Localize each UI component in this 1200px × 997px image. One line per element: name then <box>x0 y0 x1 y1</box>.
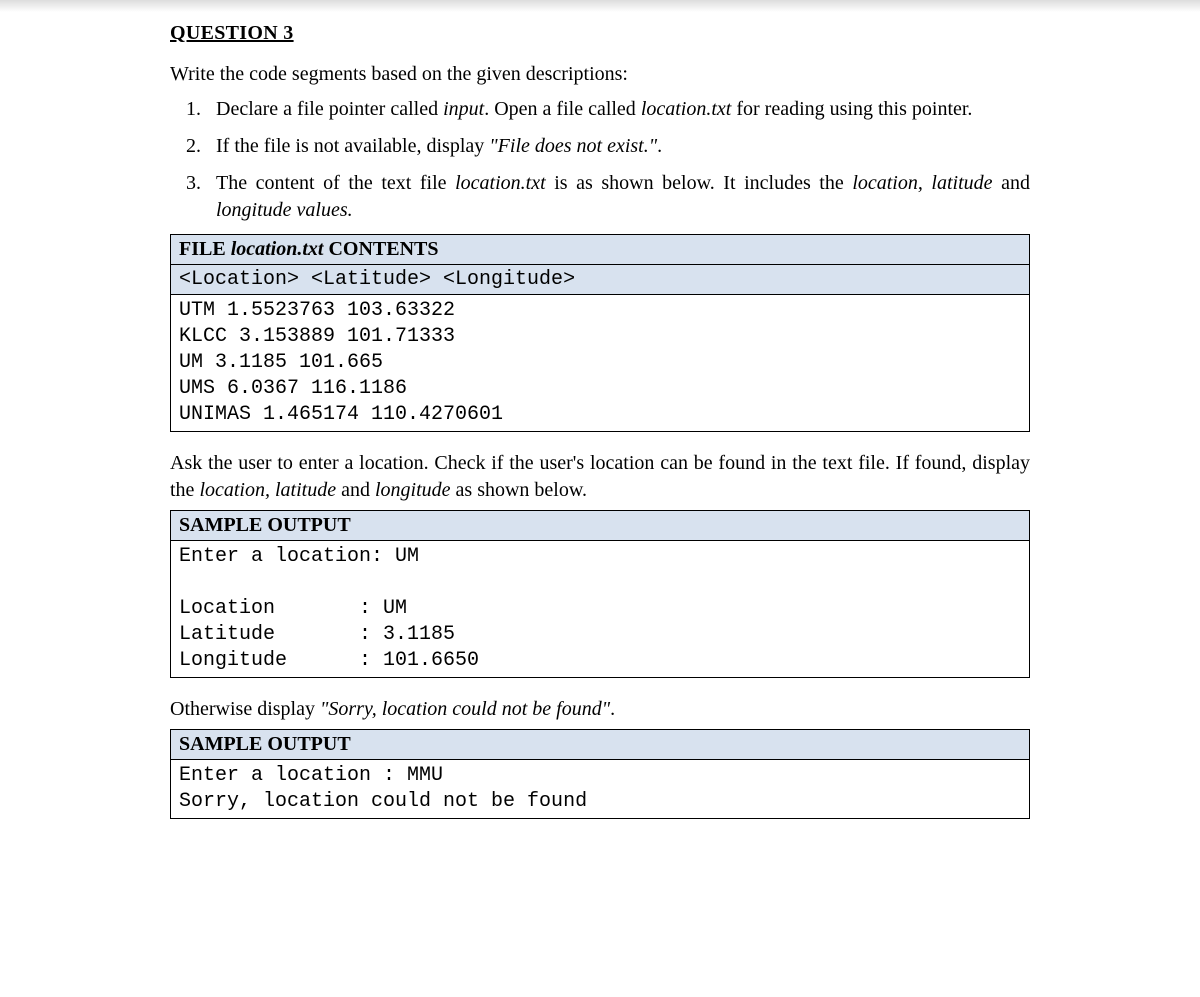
italic-text: input <box>443 98 484 120</box>
page-content: QUESTION 3 Write the code segments based… <box>150 12 1050 877</box>
italic-text: longitude <box>375 479 451 501</box>
italic-text: location, latitude <box>199 479 336 501</box>
output-line: Sorry, location could not be found <box>179 790 587 813</box>
output-line: Latitude : 3.1185 <box>179 623 455 646</box>
file-contents-block: FILE location.txt CONTENTS <Location> <L… <box>170 234 1030 432</box>
block-body: Enter a location : MMU Sorry, location c… <box>171 760 1029 818</box>
text: for reading using this pointer. <box>731 98 972 120</box>
text: and <box>993 172 1030 194</box>
block-header: FILE location.txt CONTENTS <box>171 235 1029 265</box>
text: and <box>336 479 375 501</box>
sample-output-2-block: SAMPLE OUTPUT Enter a location : MMU Sor… <box>170 729 1030 819</box>
text: The content of the text file <box>216 172 455 194</box>
text: is as shown below. It includes the <box>546 172 853 194</box>
output-line: Longitude : 101.6650 <box>179 649 479 672</box>
block-body: Enter a location: UM Location : UM Latit… <box>171 541 1029 677</box>
mid-paragraph: Ask the user to enter a location. Check … <box>170 450 1030 504</box>
question-title: QUESTION 3 <box>170 22 1030 45</box>
file-line: UNIMAS 1.465174 110.4270601 <box>179 403 503 426</box>
file-line: KLCC 3.153889 101.71333 <box>179 325 455 348</box>
text: . <box>610 698 615 720</box>
italic-text: "File does not exist." <box>489 135 657 157</box>
italic-text: location.txt <box>641 98 732 120</box>
list-item-2: If the file is not available, display "F… <box>206 133 1030 160</box>
file-line: UM 3.1185 101.665 <box>179 351 383 374</box>
top-gradient <box>0 0 1200 12</box>
otherwise-paragraph: Otherwise display "Sorry, location could… <box>170 696 1030 723</box>
output-line: Enter a location: UM <box>179 545 419 568</box>
text: . <box>657 135 662 157</box>
file-line: UTM 1.5523763 103.63322 <box>179 299 455 322</box>
italic-text: longitude values. <box>216 199 353 221</box>
description-list: Declare a file pointer called input. Ope… <box>170 96 1030 224</box>
block-header: SAMPLE OUTPUT <box>171 730 1029 760</box>
intro-text: Write the code segments based on the giv… <box>170 63 1030 86</box>
italic-text: location.txt <box>455 172 546 194</box>
header-text: FILE <box>179 238 231 260</box>
block-subheader: <Location> <Latitude> <Longitude> <box>171 265 1029 295</box>
italic-text: location, latitude <box>852 172 992 194</box>
header-italic: location.txt <box>231 238 324 260</box>
block-body: UTM 1.5523763 103.63322 KLCC 3.153889 10… <box>171 295 1029 431</box>
sample-output-1-block: SAMPLE OUTPUT Enter a location: UM Locat… <box>170 510 1030 678</box>
text: . Open a file called <box>484 98 641 120</box>
text: If the file is not available, display <box>216 135 489 157</box>
header-text: CONTENTS <box>323 238 438 260</box>
block-header: SAMPLE OUTPUT <box>171 511 1029 541</box>
text: Declare a file pointer called <box>216 98 443 120</box>
italic-text: "Sorry, location could not be found" <box>320 698 610 720</box>
output-line: Enter a location : MMU <box>179 764 443 787</box>
list-item-3: The content of the text file location.tx… <box>206 170 1030 224</box>
text: as shown below. <box>451 479 587 501</box>
text: Otherwise display <box>170 698 320 720</box>
list-item-1: Declare a file pointer called input. Ope… <box>206 96 1030 123</box>
file-line: UMS 6.0367 116.1186 <box>179 377 407 400</box>
output-line: Location : UM <box>179 597 407 620</box>
